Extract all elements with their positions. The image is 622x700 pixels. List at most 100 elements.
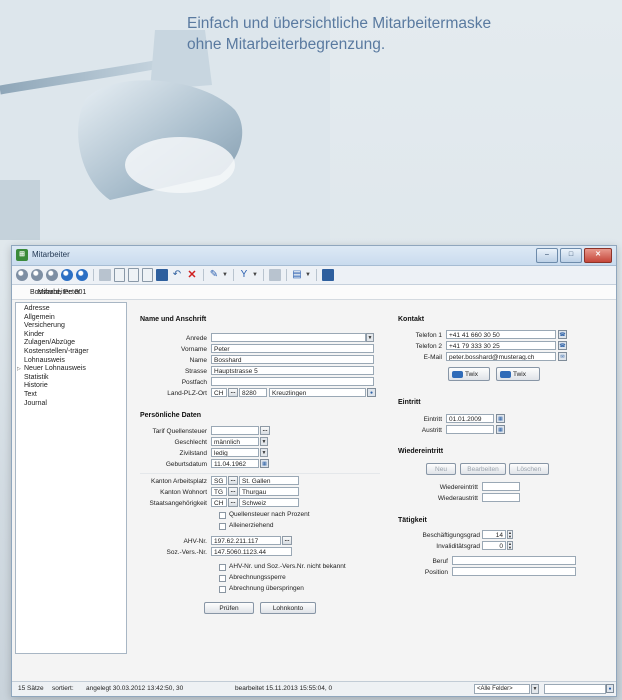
- calendar-icon[interactable]: ▦: [496, 425, 505, 434]
- window-titlebar[interactable]: ⊞ Mitarbeiter – □ ✕: [12, 246, 616, 266]
- position-field[interactable]: [452, 567, 576, 576]
- save-icon[interactable]: [156, 269, 168, 281]
- chevron-down-icon[interactable]: ▼: [260, 437, 268, 446]
- invalidit-field[interactable]: 0: [482, 541, 506, 550]
- chevron-down-icon[interactable]: ▼: [531, 684, 539, 694]
- tools-icon[interactable]: ✎: [209, 269, 219, 281]
- beruf-field[interactable]: [452, 556, 576, 565]
- telefon2-field[interactable]: +41 79 333 30 25: [446, 341, 556, 350]
- ort-field[interactable]: Kreuzlingen: [269, 388, 366, 397]
- last-record-icon[interactable]: [61, 269, 73, 281]
- filter-icon[interactable]: Y: [239, 269, 249, 281]
- bearbeiten-button[interactable]: Bearbeiten: [460, 463, 506, 475]
- wiedereintritt-field[interactable]: [482, 482, 520, 491]
- sozvers-field[interactable]: 147.5060.1123.44: [211, 547, 292, 556]
- twix-button-1[interactable]: Twix: [448, 367, 490, 381]
- geschlecht-select[interactable]: männlich: [211, 437, 259, 446]
- maximize-icon[interactable]: □: [560, 248, 582, 263]
- sidebar-item-versicherung[interactable]: Versicherung: [16, 322, 126, 331]
- staat-lookup-button[interactable]: ...: [228, 498, 238, 507]
- sidebar-item-statistik[interactable]: Statistik: [16, 374, 126, 383]
- tarif-lookup-button[interactable]: ...: [260, 426, 270, 435]
- close-icon[interactable]: ✕: [584, 248, 612, 263]
- chevron-down-icon[interactable]: ▼: [252, 269, 258, 281]
- neu-button[interactable]: Neu: [426, 463, 456, 475]
- kanton-wohn-code[interactable]: TG: [211, 487, 227, 496]
- staat-code[interactable]: CH: [211, 498, 227, 507]
- ueberspringen-checkbox[interactable]: [219, 586, 226, 593]
- beschaeftigung-field[interactable]: 14: [482, 530, 506, 539]
- mail-icon[interactable]: ✉: [558, 352, 567, 361]
- alleinerziehend-checkbox-label: Alleinerziehend: [229, 522, 274, 529]
- ahv-lookup-button[interactable]: ...: [282, 536, 292, 545]
- copy-document-icon[interactable]: [128, 268, 139, 282]
- sidebar-item-adresse[interactable]: Adresse: [16, 305, 126, 314]
- phone-icon[interactable]: ☎: [558, 341, 567, 350]
- first-record-icon[interactable]: [16, 269, 28, 281]
- next-record-icon[interactable]: [46, 269, 58, 281]
- delete-icon[interactable]: ✕: [186, 269, 198, 281]
- beschaeftigung-stepper[interactable]: ▲ ▼: [507, 530, 513, 539]
- sidebar-item-historie[interactable]: Historie: [16, 382, 126, 391]
- land-lookup-button[interactable]: ...: [228, 388, 238, 397]
- abrechnungssperre-checkbox[interactable]: [219, 575, 226, 582]
- invalidit-stepper[interactable]: ▲ ▼: [507, 541, 513, 550]
- chevron-down-icon[interactable]: ▼: [366, 333, 374, 342]
- chevron-down-icon[interactable]: ▼: [305, 269, 311, 281]
- telefon1-field[interactable]: +41 41 660 30 50: [446, 330, 556, 339]
- undo-icon[interactable]: ↶: [171, 269, 183, 281]
- sidebar-item-lohnausweis[interactable]: Lohnausweis: [16, 357, 126, 366]
- ahv-field[interactable]: 197.62.211.117: [211, 536, 281, 545]
- loeschen-button[interactable]: Löschen: [509, 463, 549, 475]
- strasse-field[interactable]: Hauptstrasse 5: [211, 366, 374, 375]
- tarif-field[interactable]: [211, 426, 259, 435]
- sidebar-item-neuer-lohnausweis[interactable]: Neuer Lohnausweis: [16, 365, 126, 374]
- plz-field[interactable]: 8280: [239, 388, 267, 397]
- phone-icon[interactable]: ☎: [558, 330, 567, 339]
- pruefen-button[interactable]: Prüfen: [204, 602, 254, 614]
- search-record-icon[interactable]: [76, 269, 88, 281]
- new-document-icon[interactable]: [114, 268, 125, 282]
- anrede-field[interactable]: [211, 333, 366, 342]
- kanton-arbeit-code[interactable]: SG: [211, 476, 227, 485]
- vorname-field[interactable]: Peter: [211, 344, 374, 353]
- name-field[interactable]: Bosshard: [211, 355, 374, 364]
- alleinerziehend-checkbox[interactable]: [219, 523, 226, 530]
- print-icon[interactable]: ▤: [292, 269, 302, 281]
- quellensteuer-checkbox[interactable]: [219, 512, 226, 519]
- kanton-arbeit-lookup-button[interactable]: ...: [228, 476, 238, 485]
- previous-record-icon[interactable]: [31, 269, 43, 281]
- zivilstand-select[interactable]: ledig: [211, 448, 259, 457]
- ahv-unbekannt-checkbox[interactable]: [219, 564, 226, 571]
- kanton-wohn-lookup-button[interactable]: ...: [228, 487, 238, 496]
- search-icon[interactable]: ●: [606, 684, 614, 693]
- list-view-icon[interactable]: [99, 269, 111, 281]
- sidebar-item-journal[interactable]: Journal: [16, 400, 126, 409]
- calendar-icon[interactable]: ▦: [260, 459, 269, 468]
- sidebar-item-kostenstellen[interactable]: Kostenstellen/-träger: [16, 348, 126, 357]
- land-field[interactable]: CH: [211, 388, 227, 397]
- postfach-field[interactable]: [211, 377, 374, 386]
- geburtsdatum-field[interactable]: 11.04.1962: [211, 459, 259, 468]
- chevron-down-icon[interactable]: ▼: [222, 269, 228, 281]
- austritt-field[interactable]: [446, 425, 494, 434]
- minimize-icon[interactable]: –: [536, 248, 558, 263]
- export-icon[interactable]: [322, 269, 334, 281]
- twix-button-2[interactable]: Twix: [496, 367, 540, 381]
- field-filter-select[interactable]: <Alle Felder>: [474, 684, 530, 694]
- chevron-down-icon[interactable]: ▼: [260, 448, 268, 457]
- sidebar-item-kinder[interactable]: Kinder: [16, 331, 126, 340]
- sidebar-item-text[interactable]: Text: [16, 391, 126, 400]
- quick-search-input[interactable]: [544, 684, 606, 694]
- lohnkonto-button[interactable]: Lohnkonto: [260, 602, 316, 614]
- email-field[interactable]: peter.bosshard@musterag.ch: [446, 352, 556, 361]
- map-pin-icon[interactable]: ●: [367, 388, 376, 397]
- sidebar-item-allgemein[interactable]: Allgemein: [16, 314, 126, 323]
- sidebar-item-zulagen[interactable]: Zulagen/Abzüge: [16, 339, 126, 348]
- eintritt-field[interactable]: 01.01.2009: [446, 414, 494, 423]
- toolbar-separator: [203, 269, 204, 281]
- calendar-icon[interactable]: ▦: [496, 414, 505, 423]
- report-icon[interactable]: [269, 269, 281, 281]
- paste-document-icon[interactable]: [142, 268, 153, 282]
- wiederaustritt-field[interactable]: [482, 493, 520, 502]
